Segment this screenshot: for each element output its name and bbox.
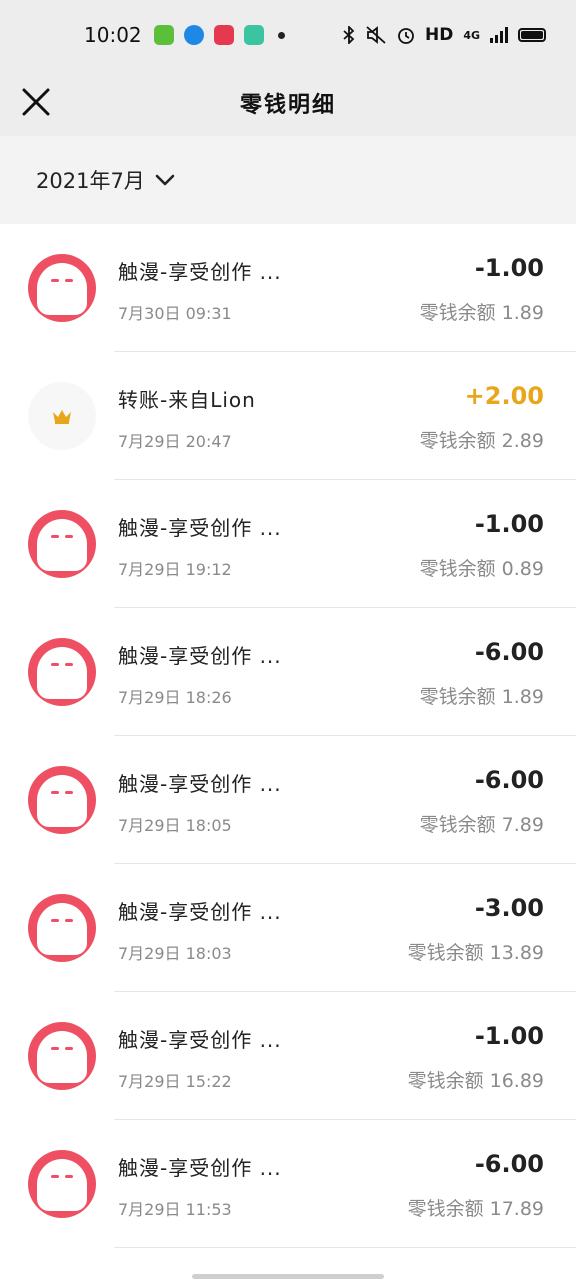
transaction-time: 7月29日 11:53 — [118, 1200, 232, 1219]
transaction-amount: -1.00 — [474, 254, 544, 282]
transaction-title: 触漫-享受创作 ... — [118, 516, 282, 540]
divider — [114, 1247, 576, 1248]
signal-label: 4G — [463, 28, 480, 42]
transaction-title: 触漫-享受创作 ... — [118, 1156, 282, 1180]
transaction-row[interactable]: 触漫-享受创作 ... 7月29日 18:26 -6.00 零钱余额 1.89 — [0, 608, 576, 736]
transaction-row[interactable]: 触漫-享受创作 ... 7月30日 09:31 -1.00 零钱余额 1.89 — [0, 224, 576, 352]
transaction-amount: -1.00 — [474, 510, 544, 538]
transaction-title: 触漫-享受创作 ... — [118, 1028, 282, 1052]
nav-bar: 零钱明细 — [0, 70, 576, 136]
transaction-list: 触漫-享受创作 ... 7月30日 09:31 -1.00 零钱余额 1.89 … — [0, 224, 576, 1248]
transaction-amount: -1.00 — [474, 1022, 544, 1050]
chuman-ghost-icon — [28, 510, 96, 578]
transaction-amount: -6.00 — [474, 638, 544, 666]
chuman-ghost-icon — [28, 638, 96, 706]
alarm-icon — [398, 28, 414, 44]
transaction-amount: -3.00 — [474, 894, 544, 922]
transaction-row[interactable]: 触漫-享受创作 ... 7月29日 19:12 -1.00 零钱余额 0.89 — [0, 480, 576, 608]
transaction-balance: 零钱余额 1.89 — [419, 686, 544, 708]
signal-icon — [490, 27, 508, 43]
chuman-ghost-icon — [28, 1150, 96, 1218]
transaction-time: 7月29日 19:12 — [118, 560, 232, 579]
transaction-title: 触漫-享受创作 ... — [118, 772, 282, 796]
transaction-row[interactable]: 触漫-享受创作 ... 7月29日 18:03 -3.00 零钱余额 13.89 — [0, 864, 576, 992]
network-type-label: HD — [424, 25, 454, 45]
transaction-balance: 零钱余额 1.89 — [419, 302, 544, 324]
transaction-time: 7月29日 20:47 — [118, 432, 232, 451]
status-indicators: HD 4G — [343, 25, 546, 45]
game-app-icon — [153, 25, 174, 45]
browser-app-icon — [183, 25, 204, 45]
close-icon[interactable] — [18, 84, 54, 120]
transaction-title: 触漫-享受创作 ... — [118, 900, 282, 924]
status-time: 10:02 — [84, 23, 142, 47]
month-label: 2021年7月 — [36, 169, 145, 193]
transaction-balance: 零钱余额 17.89 — [407, 1198, 544, 1220]
battery-icon — [518, 28, 546, 42]
home-indicator[interactable] — [192, 1274, 384, 1279]
transaction-balance: 零钱余额 16.89 — [407, 1070, 544, 1092]
transaction-row[interactable]: 触漫-享受创作 ... 7月29日 15:22 -1.00 零钱余额 16.89 — [0, 992, 576, 1120]
transaction-balance: 零钱余额 13.89 — [407, 942, 544, 964]
transaction-amount: -6.00 — [474, 766, 544, 794]
transaction-time: 7月29日 18:03 — [118, 944, 232, 963]
transaction-balance: 零钱余额 2.89 — [419, 430, 544, 452]
transaction-row[interactable]: 转账-来自Lion 7月29日 20:47 +2.00 零钱余额 2.89 — [0, 352, 576, 480]
video-app-icon — [213, 25, 234, 45]
transaction-amount: -6.00 — [474, 1150, 544, 1178]
transaction-time: 7月29日 18:05 — [118, 816, 232, 835]
crown-icon — [28, 382, 96, 450]
more-notifications-icon — [277, 31, 285, 39]
transaction-amount: +2.00 — [464, 382, 544, 410]
transaction-row[interactable]: 触漫-享受创作 ... 7月29日 18:05 -6.00 零钱余额 7.89 — [0, 736, 576, 864]
transaction-title: 转账-来自Lion — [118, 388, 256, 412]
month-filter-bar: 2021年7月 — [0, 136, 576, 224]
transaction-time: 7月29日 15:22 — [118, 1072, 232, 1091]
transaction-balance: 零钱余额 0.89 — [419, 558, 544, 580]
mute-icon — [366, 26, 386, 44]
chuman-ghost-icon — [28, 1022, 96, 1090]
chuman-ghost-icon — [28, 894, 96, 962]
status-bar: 10:02 HD 4G — [0, 0, 576, 70]
chuman-ghost-icon — [28, 254, 96, 322]
transaction-time: 7月29日 18:26 — [118, 688, 232, 707]
bluetooth-icon — [343, 26, 355, 44]
transaction-row[interactable]: 触漫-享受创作 ... 7月29日 11:53 -6.00 零钱余额 17.89 — [0, 1120, 576, 1248]
chuman-ghost-icon — [28, 766, 96, 834]
transaction-title: 触漫-享受创作 ... — [118, 260, 282, 284]
transaction-title: 触漫-享受创作 ... — [118, 644, 282, 668]
chevron-down-icon — [155, 174, 175, 186]
transaction-time: 7月30日 09:31 — [118, 304, 232, 323]
page-title: 零钱明细 — [239, 93, 336, 118]
notification-icons — [153, 25, 285, 45]
month-selector[interactable]: 2021年7月 — [36, 165, 175, 195]
reader-app-icon — [243, 25, 264, 45]
transaction-balance: 零钱余额 7.89 — [419, 814, 544, 836]
